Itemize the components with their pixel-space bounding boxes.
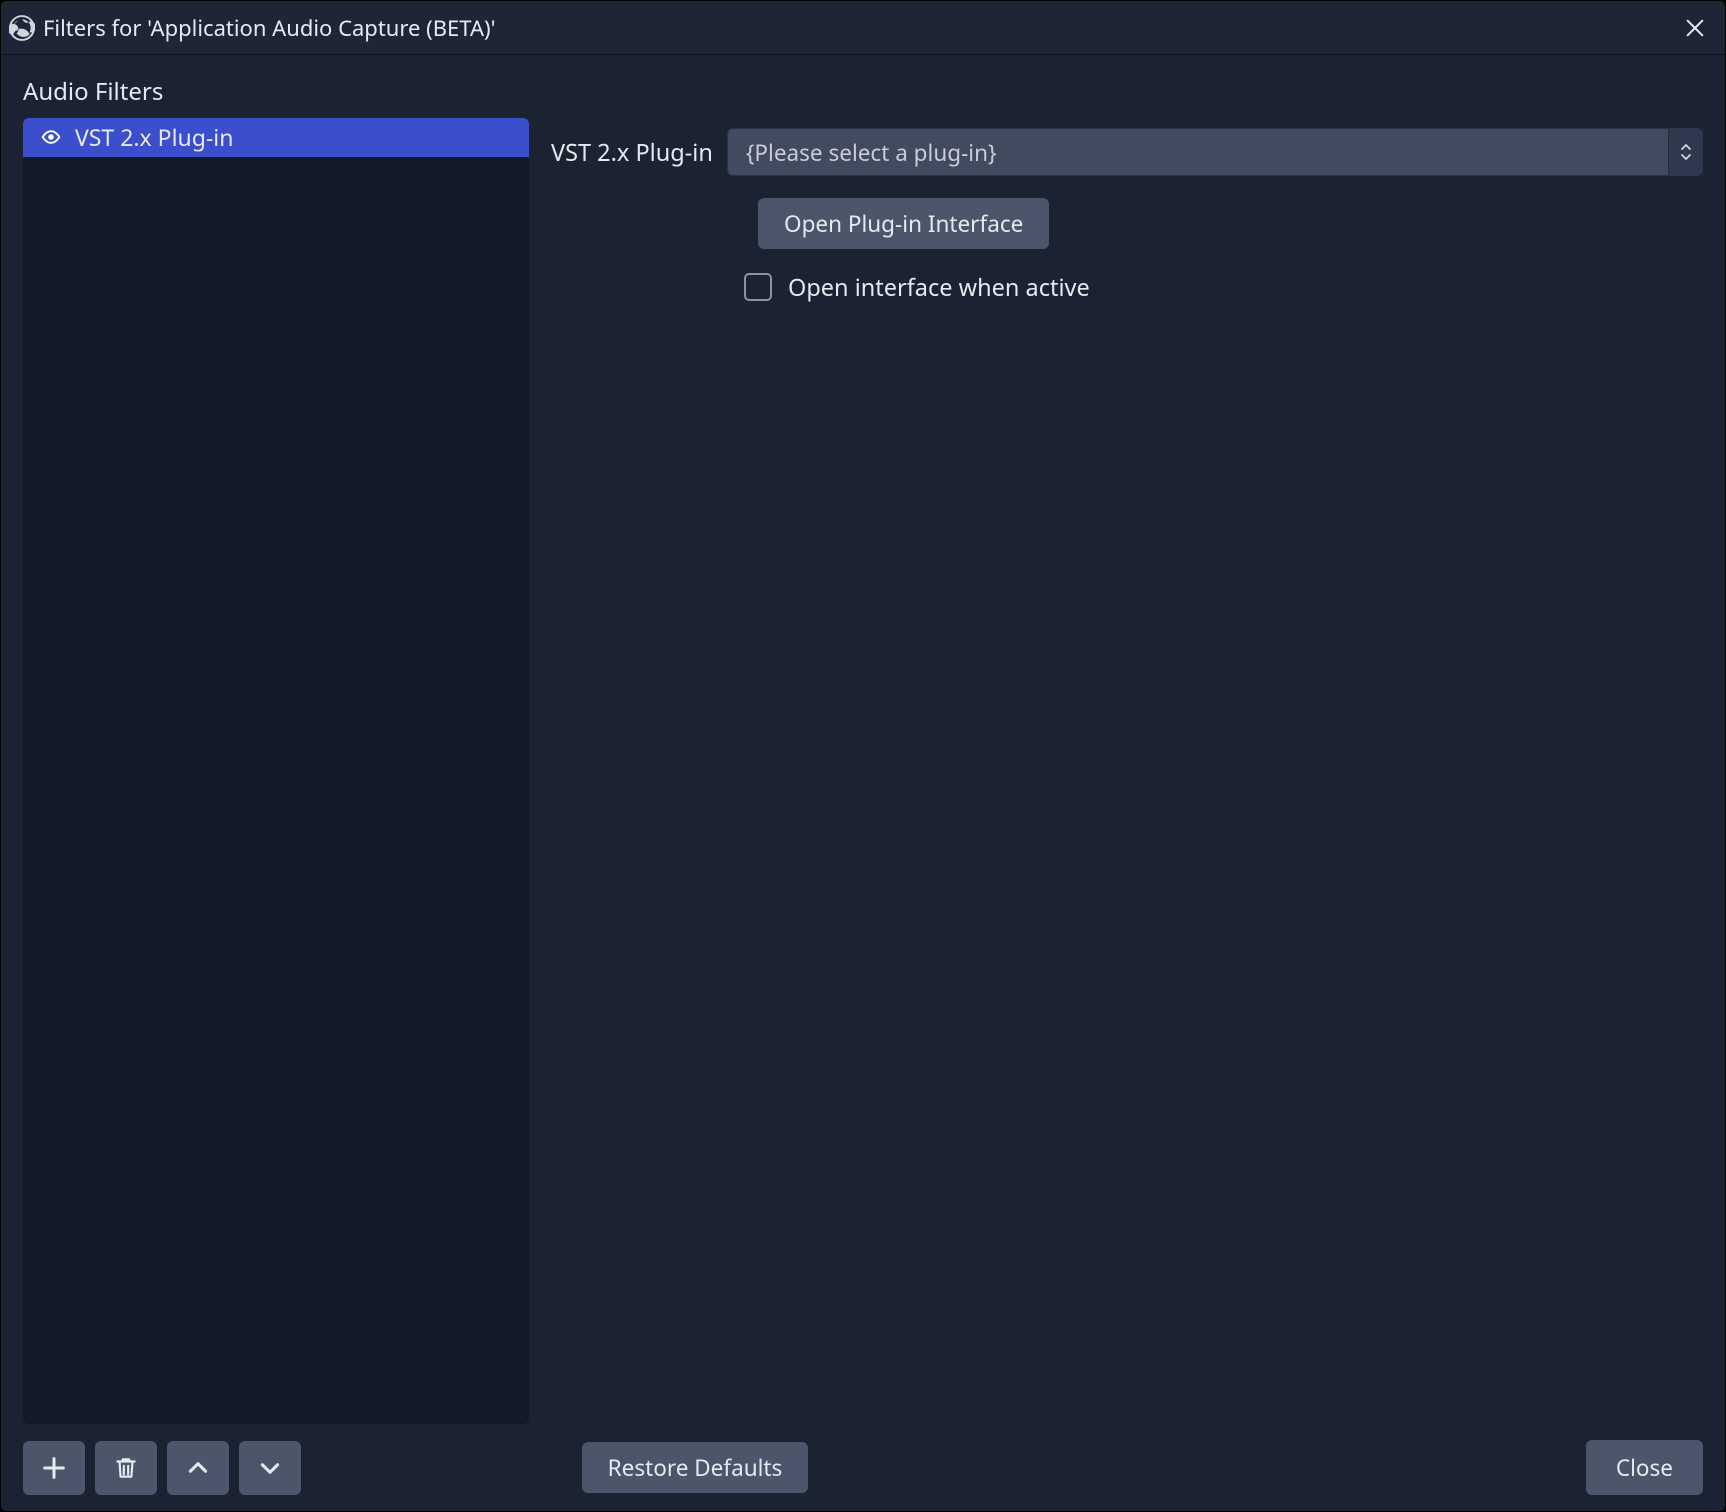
restore-defaults-button[interactable]: Restore Defaults	[582, 1442, 809, 1493]
dialog-content: Audio Filters VST 2.x Plug-in VST	[1, 55, 1725, 1511]
titlebar: Filters for 'Application Audio Capture (…	[1, 1, 1725, 55]
visibility-toggle[interactable]	[37, 123, 65, 151]
plugin-select-label: VST 2.x Plug-in	[551, 136, 713, 168]
chevron-down-icon	[257, 1455, 283, 1481]
filter-properties-panel: VST 2.x Plug-in {Please select a plug-in…	[551, 118, 1703, 1424]
bottom-toolbar: Restore Defaults Close	[23, 1424, 1703, 1495]
plugin-select-handle[interactable]	[1668, 129, 1702, 175]
window-close-button[interactable]	[1675, 8, 1715, 48]
plugin-select-value[interactable]: {Please select a plug-in}	[728, 129, 1668, 175]
filters-list[interactable]: VST 2.x Plug-in	[23, 118, 529, 1424]
obs-app-icon	[7, 13, 37, 43]
close-icon	[1684, 17, 1706, 39]
updown-icon	[1680, 142, 1692, 162]
eye-icon	[37, 127, 65, 147]
audio-filters-label: Audio Filters	[23, 75, 1703, 108]
plus-icon	[40, 1454, 68, 1482]
close-button[interactable]: Close	[1586, 1440, 1703, 1495]
open-when-active-checkbox[interactable]	[744, 273, 772, 301]
move-filter-down-button[interactable]	[239, 1441, 301, 1495]
filter-item-label: VST 2.x Plug-in	[75, 121, 233, 153]
window-title: Filters for 'Application Audio Capture (…	[43, 13, 496, 43]
filters-dialog: Filters for 'Application Audio Capture (…	[0, 0, 1726, 1512]
move-filter-up-button[interactable]	[167, 1441, 229, 1495]
open-when-active-label[interactable]: Open interface when active	[788, 271, 1090, 303]
plugin-select[interactable]: {Please select a plug-in}	[727, 128, 1703, 176]
open-plugin-interface-button[interactable]: Open Plug-in Interface	[758, 198, 1049, 249]
trash-icon	[113, 1455, 139, 1481]
add-filter-button[interactable]	[23, 1441, 85, 1495]
delete-filter-button[interactable]	[95, 1441, 157, 1495]
chevron-up-icon	[185, 1455, 211, 1481]
filter-item-vst[interactable]: VST 2.x Plug-in	[23, 118, 529, 157]
